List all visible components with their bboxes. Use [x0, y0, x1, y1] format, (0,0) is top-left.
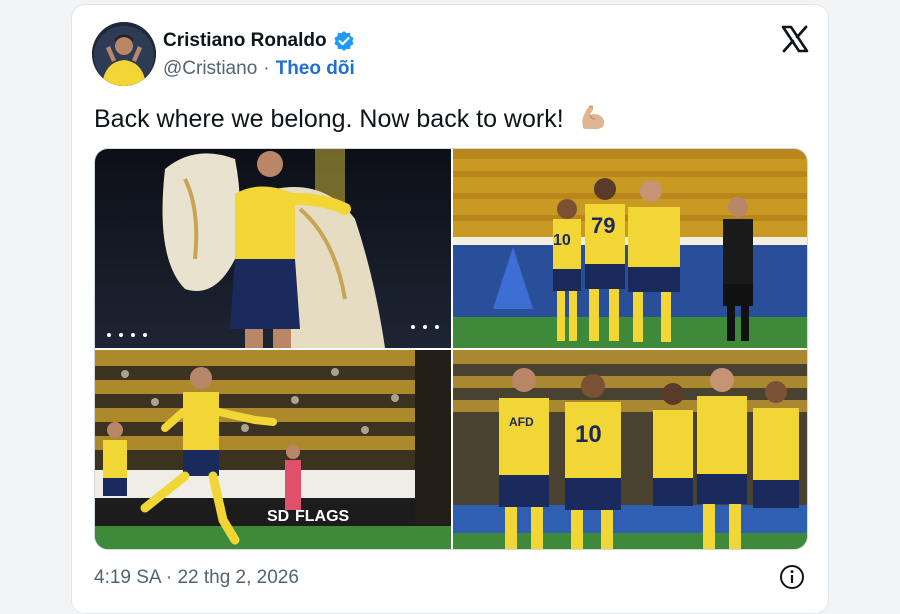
tweet-body: Back where we belong. Now back to work! — [94, 105, 564, 133]
banner-sd: SD — [267, 508, 289, 525]
sponsor-text: AFD — [509, 415, 534, 429]
verified-badge-icon — [333, 30, 355, 52]
banner-flags: FLAGS — [295, 508, 350, 525]
avatar[interactable] — [92, 22, 156, 86]
tweet-timestamp[interactable]: 4:19 SA · 22 thg 2, 2026 — [94, 567, 299, 589]
handle-row: @Cristiano · Theo dõi — [163, 58, 355, 80]
photo-4[interactable]: AFD 10 — [453, 350, 807, 549]
flexed-biceps-emoji — [577, 101, 609, 133]
separator: · — [263, 58, 270, 79]
timestamp-text[interactable]: 4:19 SA · 22 thg 2, 2026 — [94, 567, 299, 589]
x-logo-icon[interactable] — [780, 24, 810, 54]
follow-button[interactable]: Theo dõi — [276, 58, 355, 80]
display-name[interactable]: Cristiano Ronaldo — [163, 30, 327, 52]
photo-3[interactable]: SD FLAGS — [95, 350, 451, 549]
tweet-text: Back where we belong. Now back to work! — [94, 101, 609, 134]
tweet-header: Cristiano Ronaldo @Cristiano · Theo dõi — [92, 22, 810, 86]
media-grid: 79 10 SD FLAGS AFD 10 — [94, 148, 808, 550]
tweet-card: Cristiano Ronaldo @Cristiano · Theo dõi … — [71, 4, 829, 614]
name-row: Cristiano Ronaldo — [163, 30, 355, 52]
handle[interactable]: @Cristiano — [163, 58, 257, 80]
jersey-number-10-large: 10 — [575, 421, 602, 448]
photo-2[interactable]: 79 10 — [453, 149, 807, 348]
info-icon[interactable] — [778, 563, 806, 591]
jersey-number-79: 79 — [591, 213, 615, 238]
jersey-number-10: 10 — [553, 232, 571, 249]
photo-1[interactable] — [95, 149, 451, 348]
